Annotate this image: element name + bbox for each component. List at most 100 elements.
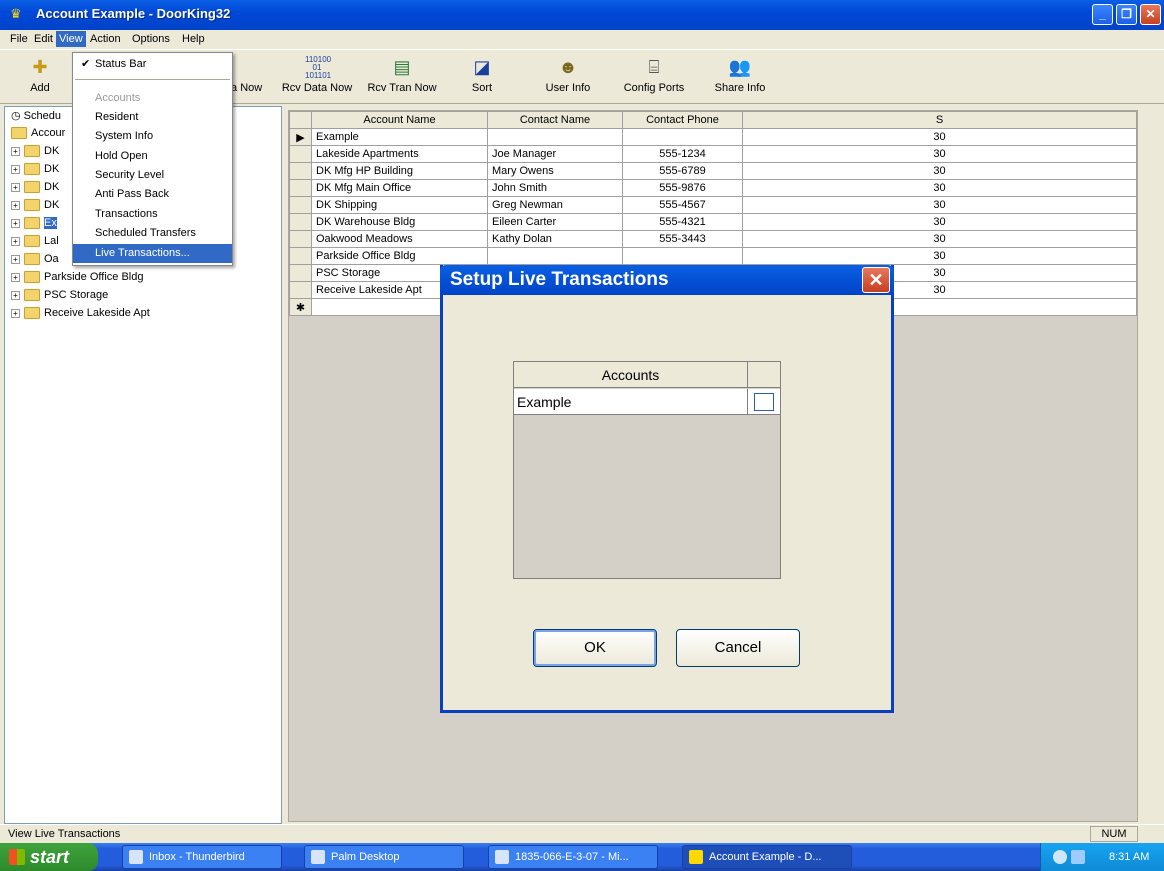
rcv-tran-now-button[interactable]: ▤ Rcv Tran Now: [360, 56, 444, 94]
num-lock-indicator: NUM: [1090, 826, 1138, 842]
taskbar-item-thunderbird[interactable]: Inbox - Thunderbird: [122, 845, 282, 869]
clock[interactable]: 8:31 AM: [1109, 843, 1149, 871]
menu-action[interactable]: Action: [90, 33, 121, 45]
expand-icon[interactable]: +: [11, 182, 20, 192]
tray-back-icon[interactable]: [1053, 850, 1067, 864]
account-checkbox[interactable]: [754, 393, 774, 411]
table-row[interactable]: ▶ Example 30: [289, 128, 1137, 146]
tree-item-accounts[interactable]: Accour: [11, 127, 65, 145]
grid-header-row: Account Name Contact Name Contact Phone …: [289, 111, 1137, 129]
row-selector-icon: ▶: [289, 128, 312, 146]
palm-icon: [311, 850, 325, 864]
document-icon: [495, 850, 509, 864]
col-contact-name[interactable]: Contact Name: [487, 111, 623, 129]
start-button[interactable]: start: [0, 843, 98, 871]
new-row-asterisk-icon: ✱: [289, 298, 312, 316]
menu-edit[interactable]: Edit: [34, 33, 53, 45]
tree-item[interactable]: + Oa: [11, 253, 59, 271]
menu-file[interactable]: File: [10, 33, 28, 45]
system-tray: 8:31 AM: [1040, 843, 1164, 871]
share-info-button[interactable]: 👥 Share Info: [710, 56, 770, 94]
accounts-selection-grid[interactable]: Accounts Example: [513, 361, 781, 579]
ok-button[interactable]: OK: [533, 629, 657, 667]
expand-icon[interactable]: +: [11, 218, 20, 228]
menu-item-transactions[interactable]: Transactions: [73, 205, 232, 224]
ports-icon: ⌸: [648, 57, 660, 77]
table-row[interactable]: DK Warehouse Bldg Eileen Carter 555-4321 30: [289, 213, 1137, 231]
expand-icon[interactable]: +: [11, 236, 20, 246]
close-button[interactable]: ✕: [1140, 4, 1161, 25]
expand-icon[interactable]: +: [11, 200, 20, 210]
menu-item-security-level[interactable]: Security Level: [73, 166, 232, 185]
tree-item-parkside[interactable]: + Parkside Office Bldg: [11, 271, 143, 289]
user-info-button[interactable]: ☻ User Info: [542, 56, 594, 94]
minimize-button[interactable]: _: [1092, 4, 1113, 25]
dialog-title-bar[interactable]: Setup Live Transactions ✕: [440, 265, 894, 295]
accounts-column-header: Accounts: [514, 362, 748, 388]
table-row[interactable]: DK Mfg Main Office John Smith 555-9876 30: [289, 179, 1137, 197]
tree-item[interactable]: + Lal: [11, 235, 59, 253]
tree-item-receive-lakeside[interactable]: + Receive Lakeside Apt: [11, 307, 150, 325]
expand-icon[interactable]: +: [11, 290, 20, 300]
table-row[interactable]: Oakwood Meadows Kathy Dolan 555-3443 30: [289, 230, 1137, 248]
sort-button[interactable]: ◪ Sort: [466, 56, 498, 94]
menu-help[interactable]: Help: [182, 33, 205, 45]
tree-item-psc-storage[interactable]: + PSC Storage: [11, 289, 108, 307]
menu-bar: File Edit View Action Options Help: [0, 30, 1164, 50]
col-s[interactable]: S: [742, 111, 1137, 129]
table-row[interactable]: Lakeside Apartments Joe Manager 555-1234 30: [289, 145, 1137, 163]
share-people-icon: 👥: [728, 57, 752, 77]
transactions-icon: ▤: [393, 57, 411, 77]
cancel-button[interactable]: Cancel: [676, 629, 800, 667]
dialog-close-button[interactable]: ✕: [862, 267, 890, 293]
menu-item-status-bar[interactable]: ✔ Status Bar: [73, 55, 232, 74]
table-row[interactable]: DK Shipping Greg Newman 555-4567 30: [289, 196, 1137, 214]
expand-icon[interactable]: +: [11, 146, 20, 156]
tree-item[interactable]: + DK: [11, 145, 59, 163]
folder-icon: [24, 181, 40, 194]
add-button[interactable]: ✚ Add: [20, 56, 60, 94]
taskbar-item-palm-desktop[interactable]: Palm Desktop: [304, 845, 464, 869]
user-info-icon: ☻: [558, 57, 578, 77]
tree-item[interactable]: + DK: [11, 199, 59, 217]
window-title: Account Example - DoorKing32: [36, 6, 231, 21]
table-row[interactable]: Parkside Office Bldg 30: [289, 247, 1137, 265]
account-row-label[interactable]: Example: [514, 389, 748, 415]
folder-icon: [24, 253, 40, 266]
col-contact-phone[interactable]: Contact Phone: [622, 111, 743, 129]
folder-icon: [24, 307, 40, 320]
rcv-data-now-button[interactable]: 110100 01 101101 Rcv Data Now: [275, 56, 359, 95]
config-ports-button[interactable]: ⌸ Config Ports: [622, 56, 686, 94]
tree-item[interactable]: + Ex: [11, 217, 57, 235]
account-row-select: [748, 389, 780, 415]
expand-icon[interactable]: +: [11, 254, 20, 264]
restore-button[interactable]: ❐: [1116, 4, 1137, 25]
title-bar[interactable]: ♛ Account Example - DoorKing32 _ ❐ ✕: [0, 0, 1164, 30]
folder-icon: [24, 217, 40, 230]
expand-icon[interactable]: +: [11, 308, 20, 318]
menu-item-scheduled-transfers[interactable]: Scheduled Transfers: [73, 224, 232, 243]
tray-network-icon[interactable]: [1071, 850, 1085, 864]
tree-item[interactable]: + DK: [11, 181, 59, 199]
menu-options[interactable]: Options: [132, 33, 170, 45]
add-folder-icon: ✚: [32, 57, 48, 77]
grid-corner: [289, 111, 312, 129]
menu-item-anti-pass-back[interactable]: Anti Pass Back: [73, 185, 232, 204]
folder-icon: [24, 145, 40, 158]
menu-item-hold-open[interactable]: Hold Open: [73, 147, 232, 166]
tree-item[interactable]: + DK: [11, 163, 59, 181]
taskbar-item-account-example[interactable]: Account Example - D...: [682, 845, 852, 869]
expand-icon[interactable]: +: [11, 164, 20, 174]
expand-icon[interactable]: +: [11, 272, 20, 282]
taskbar-item-document[interactable]: 1835-066-E-3-07 - Mi...: [488, 845, 658, 869]
menu-item-resident[interactable]: Resident: [73, 108, 232, 127]
status-text: View Live Transactions: [8, 828, 121, 840]
tree-item-schedule[interactable]: ◷ Schedu: [11, 109, 61, 127]
table-row[interactable]: DK Mfg HP Building Mary Owens 555-6789 30: [289, 162, 1137, 180]
menu-view[interactable]: View: [56, 31, 86, 47]
menu-item-live-transactions[interactable]: Live Transactions...: [73, 244, 232, 263]
folder-open-icon: [11, 127, 27, 140]
menu-item-system-info[interactable]: System Info: [73, 127, 232, 146]
col-account-name[interactable]: Account Name: [311, 111, 488, 129]
send-data-now-button[interactable]: ta Now: [228, 56, 270, 94]
